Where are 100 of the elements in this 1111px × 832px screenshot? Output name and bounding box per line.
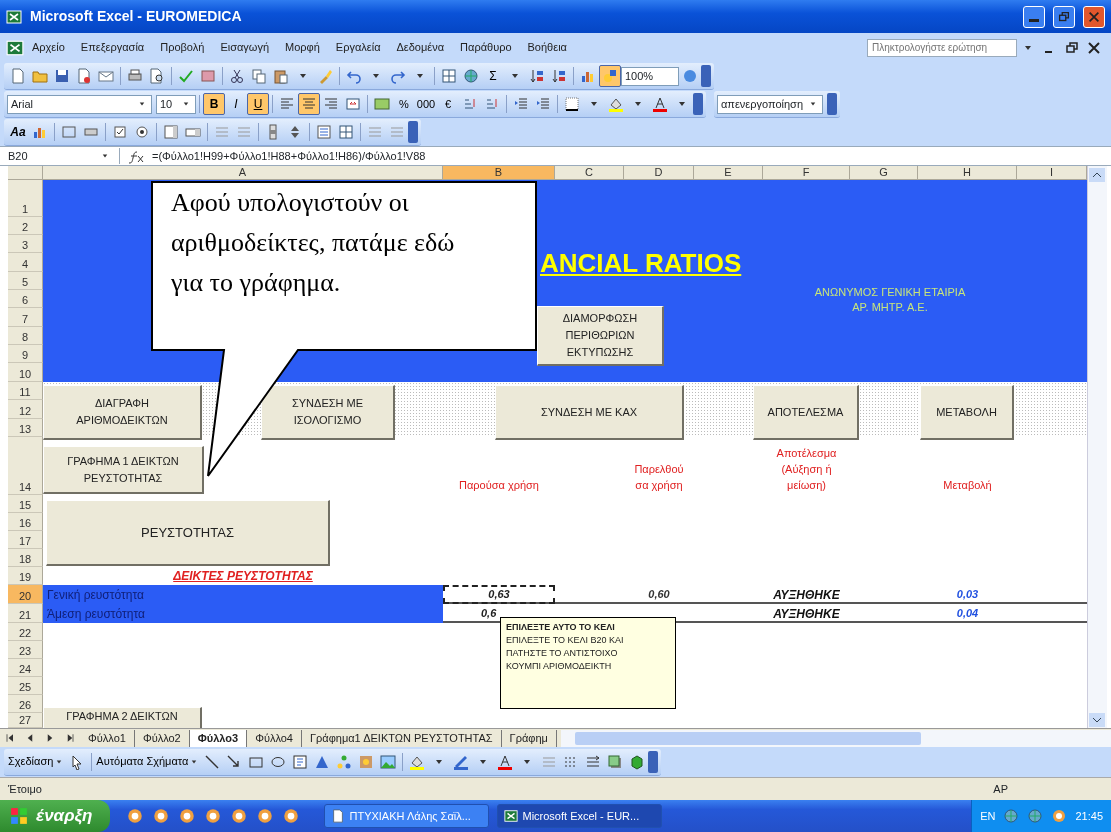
taskbar-button[interactable]: Microsoft Excel - EUR... [497,804,663,828]
row-header[interactable]: 6 [8,290,43,308]
align-center-icon[interactable] [298,93,320,115]
row-header[interactable]: 7 [8,308,43,327]
column-header[interactable]: G [850,166,918,180]
row-header[interactable]: 21 [8,604,43,623]
column-header[interactable]: H [918,166,1017,180]
row-header[interactable]: 27 [8,713,43,728]
menu-item[interactable]: Παράθυρο [452,37,520,58]
row-header[interactable]: 10 [8,363,43,382]
row-header[interactable]: 2 [8,217,43,235]
minimize-button[interactable] [1023,5,1045,28]
row-header[interactable]: 23 [8,641,43,659]
column-header[interactable]: F [763,166,850,180]
row-header[interactable]: 24 [8,659,43,677]
row-header[interactable]: 19 [8,567,43,585]
macro-button[interactable]: ΡΕΥΣΤΟΤΗΤΑΣ [46,500,330,566]
macro-button[interactable]: ΣΥΝΔΕΣΗ ΜΕ ΚΑΧ [495,385,684,440]
menu-item[interactable]: Προβολή [152,37,213,58]
protection-dropdown[interactable]: απενεργοποίηση [717,94,823,114]
row-header[interactable]: 20 [8,585,43,604]
row-header[interactable]: 4 [8,253,43,272]
sum-button[interactable]: Σ [482,65,504,87]
column-header[interactable]: B [443,166,555,180]
sheet-tab[interactable]: Φύλλο3 [189,729,248,747]
vertical-scrollbar[interactable] [1087,166,1107,728]
app-icon[interactable] [230,807,249,825]
macro-button[interactable]: ΜΕΤΑΒΟΛΗ [920,385,1014,440]
close-button[interactable] [1083,5,1105,28]
name-box[interactable]: B20 [0,147,120,165]
tray-icon[interactable] [1027,808,1044,824]
menu-item[interactable]: Επεξεργασία [72,37,153,58]
menu-item[interactable]: Εισαγωγή [212,37,278,58]
column-header[interactable]: C [555,166,624,180]
row-header[interactable]: 25 [8,677,43,695]
row-header[interactable]: 1 [8,180,43,217]
number-format-button[interactable]: % [393,93,415,115]
column-header[interactable]: A [43,166,443,180]
scroll-down-icon[interactable] [1088,710,1107,728]
label-tool-button[interactable]: Aa [7,120,29,143]
horizontal-scrollbar[interactable] [560,729,1111,747]
scroll-up-icon[interactable] [1088,166,1107,184]
app-icon[interactable] [282,807,301,825]
italic-button[interactable]: I [225,93,247,115]
row-header[interactable]: 14 [8,437,43,495]
minimize-icon [1029,19,1039,22]
row-header[interactable]: 12 [8,400,43,419]
font-dropdown[interactable]: Arial [7,94,152,114]
macro-button[interactable]: ΓΡΑΦΗΜΑ 2 ΔΕΙΚΤΩΝ [43,707,202,728]
draw-menu-button[interactable]: Σχεδίαση [7,750,67,773]
column-header[interactable]: D [624,166,694,180]
help-search-field[interactable]: Πληκτρολογήστε ερώτηση [867,38,1017,57]
column-header[interactable]: I [1017,166,1087,180]
number-format-button[interactable]: 000 [415,93,437,115]
app-icon[interactable] [152,807,171,825]
menu-item[interactable]: Βοήθεια [519,37,575,58]
app-icon[interactable] [256,807,275,825]
toolbar-handle[interactable] [693,93,703,115]
menu-item[interactable]: Δεδομένα [388,37,453,58]
number-format-button[interactable]: € [437,93,459,115]
shapes-icon[interactable] [599,65,621,87]
row-header[interactable]: 11 [8,382,43,400]
autoshapes-menu-button[interactable]: Αυτόματα Σχήματα [95,750,202,773]
row-header[interactable]: 8 [8,327,43,345]
menu-item[interactable]: Μορφή [277,37,328,58]
toolbar-handle[interactable] [648,750,659,773]
row-header[interactable]: 3 [8,235,43,253]
zoom-dropdown[interactable]: 100% [621,66,679,86]
menu-item[interactable]: Αρχείο [24,37,73,58]
restore-button[interactable] [1053,5,1075,28]
tray-icon[interactable] [1051,808,1068,824]
toolbar-handle[interactable] [827,93,837,115]
app-icon[interactable] [178,807,197,825]
scroll-thumb[interactable] [574,731,922,745]
row-header[interactable]: 15 [8,495,43,513]
row-header[interactable]: 16 [8,513,43,531]
row-header[interactable]: 13 [8,419,43,437]
app-icon[interactable] [204,807,223,825]
toolbar-handle[interactable] [701,65,711,87]
row-header[interactable]: 22 [8,623,43,641]
toolbar-handle[interactable] [408,120,418,143]
column-header[interactable]: E [694,166,763,180]
row-header[interactable]: 17 [8,531,43,549]
macro-button[interactable]: ΔΙΑΜΟΡΦΩΣΗ ΠΕΡΙΘΩΡΙΩΝ ΕΚΤΥΠΩΣΗΣ [537,306,664,366]
macro-button[interactable]: ΣΥΝΔΕΣΗ ΜΕ ΙΣΟΛΟΓΙΣΜΟ [261,385,395,440]
row-header[interactable]: 5 [8,272,43,290]
tray-icon[interactable] [1003,808,1020,824]
macro-button[interactable]: ΔΙΑΓΡΑΦΗ ΑΡΙΘΜΟΔΕΙΚΤΩΝ [43,385,202,440]
row-header[interactable]: 26 [8,695,43,713]
underline-button[interactable]: U [247,93,269,115]
menu-item[interactable]: Εργαλεία [327,37,389,58]
font-size-dropdown[interactable]: 10 [156,94,196,114]
row-header[interactable]: 18 [8,549,43,567]
macro-button[interactable]: ΓΡΑΦΗΜΑ 1 ΔΕΙΚΤΩΝ ΡΕΥΣΤΟΤΗΤΑΣ [43,446,204,494]
formula-field[interactable]: =(Φύλλο1!H99+Φύλλο1!H88+Φύλλο1!H86)/Φύλλο1!V88 [152,147,1111,165]
taskbar-button[interactable]: ΠΤΥΧΙΑΚΗ Λάλης Σαϊλ... [324,804,490,828]
row-header[interactable]: 9 [8,345,43,363]
bold-button[interactable]: B [203,93,225,115]
app-icon[interactable] [126,807,145,825]
macro-button[interactable]: ΑΠΟΤΕΛΕΣΜΑ [753,385,859,440]
